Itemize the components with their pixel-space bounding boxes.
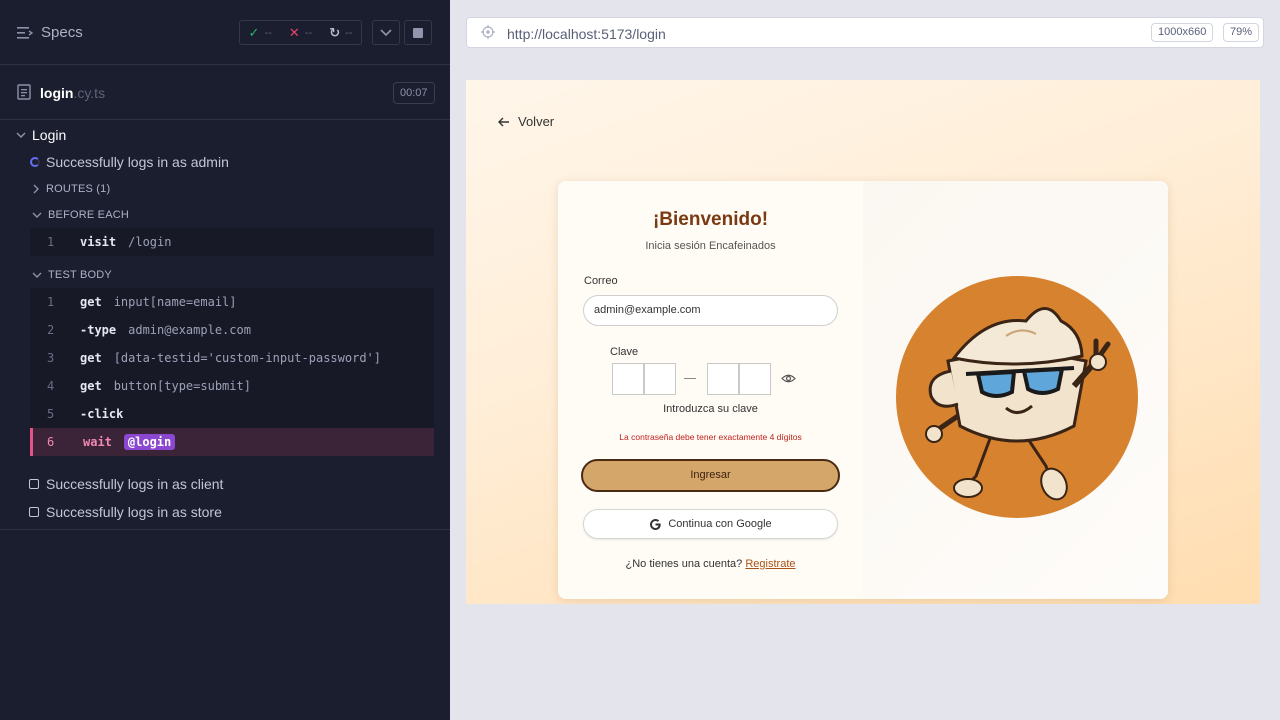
test-pending[interactable]: Successfully logs in as client [0, 470, 450, 498]
auto-scroll-button[interactable] [372, 20, 400, 45]
eye-icon[interactable] [781, 373, 796, 384]
reporter-header: Specs ✓ -- ✕ -- ↻ -- [0, 0, 450, 65]
chevron-right-icon [33, 184, 39, 194]
spec-filename[interactable]: login.cy.ts [40, 85, 105, 101]
chevron-down-icon [380, 28, 392, 36]
zoom-badge[interactable]: 79% [1223, 23, 1260, 42]
loading-icon: ↻ [329, 24, 341, 40]
before-each-commands: 1 visit /login [30, 228, 434, 256]
viewport-size-badge[interactable]: 1000x660 [1151, 23, 1214, 42]
error-message: La contraseña debe tener exactamente 4 d… [619, 432, 802, 442]
command-row[interactable]: 1 get input[name=email] [30, 288, 434, 316]
register-row: ¿No tienes una cuenta? Registrate [625, 558, 796, 570]
pending-box-icon [29, 479, 39, 489]
email-label: Correo [584, 275, 618, 287]
back-link[interactable]: Volver [498, 114, 554, 129]
failed-stat: ✕ -- [288, 24, 313, 40]
coffee-mascot-illustration [896, 276, 1138, 518]
spec-header: login.cy.ts 00:07 [0, 65, 450, 120]
illustration-panel [863, 181, 1168, 599]
chevron-down-icon [16, 132, 26, 138]
check-icon: ✓ [248, 24, 260, 40]
spec-duration: 00:07 [393, 82, 435, 104]
pin-digit-3[interactable] [707, 363, 739, 395]
test-stats: ✓ -- ✕ -- ↻ -- [239, 20, 362, 45]
alias-badge: @login [123, 434, 176, 450]
submit-button[interactable]: Ingresar [581, 459, 840, 492]
test-body-header[interactable]: TEST BODY [0, 262, 450, 288]
pin-label: Clave [610, 346, 639, 358]
test-body-commands: 1 get input[name=email] 2 -type admin@ex… [30, 288, 434, 456]
pin-hint: Introduzca su clave [663, 403, 758, 415]
chevron-down-icon [32, 212, 42, 218]
specs-toggle[interactable]: Specs [17, 24, 83, 41]
google-icon [650, 518, 662, 530]
suite-title[interactable]: Login [0, 121, 450, 148]
stop-button[interactable] [404, 20, 432, 45]
command-row[interactable]: 5 -click [30, 400, 434, 428]
passed-stat: ✓ -- [248, 24, 272, 40]
pin-digit-2[interactable] [644, 363, 676, 395]
login-form: ¡Bienvenido! Inicia sesión Encafeinados … [558, 181, 863, 599]
command-row[interactable]: 4 get button[type=submit] [30, 372, 434, 400]
test-running[interactable]: Successfully logs in as admin [0, 148, 450, 176]
login-card: ¡Bienvenido! Inicia sesión Encafeinados … [558, 181, 1168, 599]
pin-digit-1[interactable] [612, 363, 644, 395]
document-icon [17, 84, 31, 100]
page-subtitle: Inicia sesión Encafeinados [645, 240, 776, 252]
chevron-down-icon [32, 272, 42, 278]
menu-icon [17, 26, 33, 39]
app-under-test: Volver ¡Bienvenido! Inicia sesión Encafe… [466, 80, 1260, 604]
pin-separator [684, 378, 696, 379]
register-link[interactable]: Registrate [745, 558, 795, 570]
command-row[interactable]: 1 visit /login [30, 228, 434, 256]
url-bar[interactable]: http://localhost:5173/login 1000x660 79% [466, 17, 1264, 48]
page-title: ¡Bienvenido! [652, 209, 769, 230]
command-row[interactable]: 2 -type admin@example.com [30, 316, 434, 344]
stop-icon [413, 27, 423, 38]
pending-box-icon [29, 507, 39, 517]
google-login-button[interactable]: Continua con Google [583, 509, 838, 539]
email-field[interactable]: admin@example.com [583, 295, 838, 326]
url-text[interactable]: http://localhost:5173/login [507, 26, 666, 42]
test-pending[interactable]: Successfully logs in as store [0, 498, 450, 526]
cypress-reporter: Specs ✓ -- ✕ -- ↻ -- login.cy.ts 00:07 Logi… [0, 0, 450, 720]
active-command-row[interactable]: 6 wait @login [30, 428, 434, 456]
selector-playground-icon[interactable] [481, 25, 495, 39]
pin-digit-4[interactable] [739, 363, 771, 395]
routes-header[interactable]: ROUTES (1) [0, 176, 450, 202]
arrow-left-icon [498, 117, 509, 126]
command-row[interactable]: 3 get [data-testid='custom-input-passwor… [30, 344, 434, 372]
pending-stat: ↻ -- [329, 24, 353, 40]
spinner-icon [30, 157, 40, 167]
x-icon: ✕ [288, 24, 300, 40]
specs-label: Specs [41, 24, 83, 41]
test-suite: Login Successfully logs in as admin ROUT… [0, 121, 450, 530]
before-each-header[interactable]: BEFORE EACH [0, 202, 450, 228]
